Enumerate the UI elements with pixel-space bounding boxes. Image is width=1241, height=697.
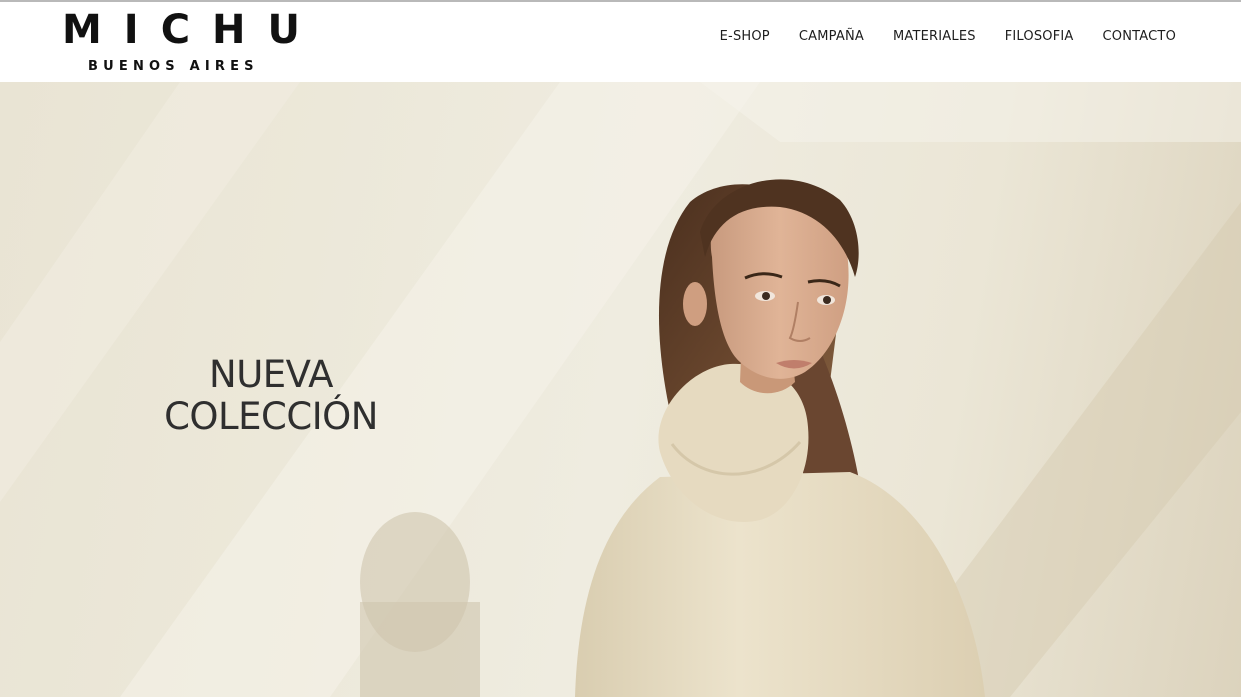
- hero-title: NUEVA COLECCIÓN: [155, 354, 387, 438]
- brand-logo[interactable]: MICHU BUENOS AIRES: [62, 8, 300, 78]
- nav-item-materiales[interactable]: MATERIALES: [893, 28, 976, 46]
- nav-item-filosofia[interactable]: FILOSOFIA: [1005, 28, 1074, 46]
- brand-tagline: BUENOS AIRES: [88, 59, 259, 74]
- hero-title-line2: COLECCIÓN: [164, 395, 378, 438]
- site-header: MICHU BUENOS AIRES E-SHOP CAMPAÑA MATERI…: [0, 2, 1241, 82]
- brand-name: MICHU: [62, 7, 322, 53]
- nav-item-eshop[interactable]: E-SHOP: [720, 28, 770, 46]
- nav-item-contacto[interactable]: CONTACTO: [1103, 28, 1176, 46]
- nav-item-campana[interactable]: CAMPAÑA: [799, 28, 864, 46]
- hero-title-line1: NUEVA: [209, 353, 333, 396]
- main-nav: E-SHOP CAMPAÑA MATERIALES FILOSOFIA CONT…: [720, 28, 1176, 46]
- hero-banner: NUEVA COLECCIÓN: [0, 82, 1241, 697]
